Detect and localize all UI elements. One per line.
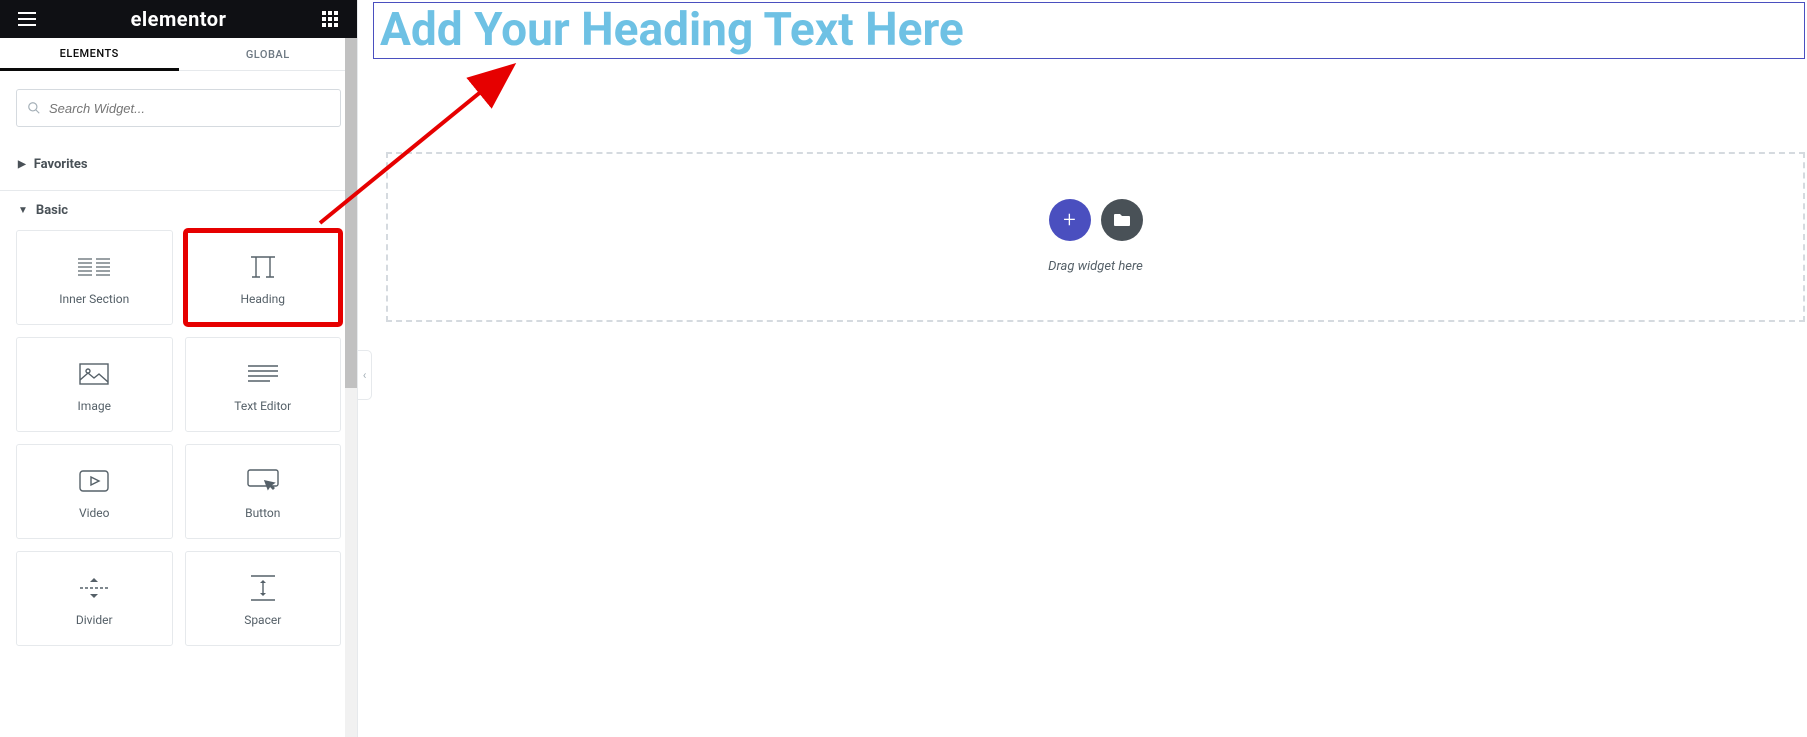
search-input[interactable]	[49, 101, 330, 116]
brand-logo: elementor	[46, 7, 311, 31]
folder-icon	[1113, 212, 1131, 228]
editor-canvas: Add Your Heading Text Here + Drag widget…	[373, 0, 1807, 737]
divider-icon	[80, 571, 108, 605]
widget-grid: Inner Section Heading Image Text Editor	[0, 230, 357, 662]
video-icon	[79, 464, 109, 498]
drop-zone[interactable]: + Drag widget here	[386, 152, 1805, 322]
drop-buttons: +	[1049, 199, 1143, 241]
heading-text[interactable]: Add Your Heading Text Here	[380, 5, 1798, 56]
tab-elements[interactable]: ELEMENTS	[0, 38, 179, 71]
widget-video[interactable]: Video	[16, 444, 173, 539]
apps-grid-icon	[322, 11, 338, 27]
widget-label: Inner Section	[59, 292, 129, 306]
text-editor-icon	[248, 357, 278, 391]
collapse-sidebar-button[interactable]: ‹	[358, 350, 372, 400]
widget-label: Image	[78, 399, 111, 413]
sidebar-header: elementor	[0, 0, 357, 38]
spacer-icon	[251, 571, 275, 605]
template-library-button[interactable]	[1101, 199, 1143, 241]
inner-section-icon	[78, 250, 110, 284]
hamburger-menu-button[interactable]	[8, 0, 46, 38]
hamburger-icon	[18, 12, 36, 26]
widget-divider[interactable]: Divider	[16, 551, 173, 646]
sidebar-tabs: ELEMENTS GLOBAL	[0, 38, 357, 71]
widget-spacer[interactable]: Spacer	[185, 551, 342, 646]
favorites-toggle[interactable]: ▶ Favorites	[0, 145, 357, 184]
caret-right-icon: ▶	[18, 159, 26, 170]
search-wrap	[0, 71, 357, 145]
widget-label: Video	[79, 506, 110, 520]
tab-global[interactable]: GLOBAL	[179, 38, 358, 70]
widget-label: Heading	[240, 292, 285, 306]
elementor-sidebar: elementor ELEMENTS GLOBAL ▶ Favorites ▼ …	[0, 0, 358, 737]
apps-grid-button[interactable]	[311, 0, 349, 38]
chevron-left-icon: ‹	[363, 368, 367, 382]
favorites-section: ▶ Favorites	[0, 145, 357, 191]
image-icon	[79, 357, 109, 391]
basic-label: Basic	[36, 203, 68, 218]
widget-label: Divider	[76, 613, 113, 627]
widget-label: Spacer	[244, 613, 281, 627]
widget-label: Button	[245, 506, 280, 520]
search-icon	[27, 101, 41, 115]
caret-down-icon: ▼	[18, 205, 28, 216]
heading-icon	[248, 250, 278, 284]
widget-text-editor[interactable]: Text Editor	[185, 337, 342, 432]
search-box	[16, 89, 341, 127]
basic-toggle[interactable]: ▼ Basic	[0, 191, 357, 230]
widget-label: Text Editor	[234, 399, 291, 413]
widget-inner-section[interactable]: Inner Section	[16, 230, 173, 325]
widget-button[interactable]: Button	[185, 444, 342, 539]
drop-hint-text: Drag widget here	[1048, 259, 1143, 274]
widget-image[interactable]: Image	[16, 337, 173, 432]
add-section-button[interactable]: +	[1049, 199, 1091, 241]
sidebar-scrollbar-thumb[interactable]	[345, 38, 357, 388]
heading-widget-instance[interactable]: Add Your Heading Text Here	[373, 2, 1805, 59]
button-icon	[247, 464, 279, 498]
plus-icon: +	[1063, 208, 1075, 233]
widget-heading[interactable]: Heading	[185, 230, 342, 325]
favorites-label: Favorites	[34, 157, 88, 172]
